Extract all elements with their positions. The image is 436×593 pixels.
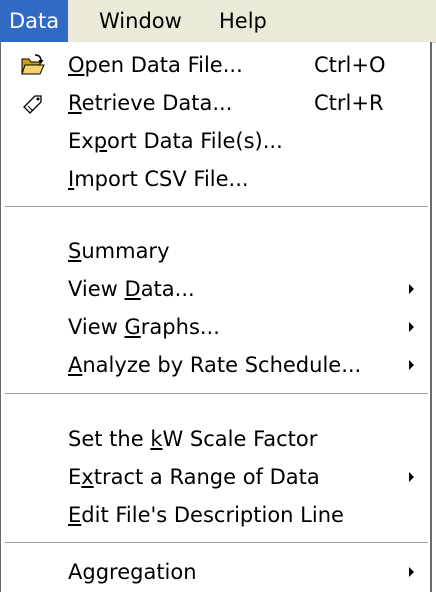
submenu-arrow-icon <box>409 360 414 370</box>
menu-item-shortcut: Ctrl+R <box>314 91 384 115</box>
submenu-arrow-icon <box>409 322 414 332</box>
menu-item-extract-range-of-data[interactable]: Extract a Range of Data <box>1 458 430 496</box>
submenu-arrow-icon <box>409 567 414 577</box>
menu-item-analyze-by-rate-schedule[interactable]: Analyze by Rate Schedule... <box>1 346 430 384</box>
menu-item-label: View Graphs... <box>68 315 220 339</box>
menu-item-label: Aggregation <box>68 560 197 584</box>
submenu-arrow-icon <box>409 472 414 482</box>
menu-item-label: Summary <box>68 239 170 263</box>
data-menu-dropdown: Open Data File... Ctrl+O Retrieve Data..… <box>0 42 432 592</box>
menu-item-export-data-files[interactable]: Export Data File(s)... <box>1 122 430 160</box>
menu-item-label: Extract a Range of Data <box>68 465 320 489</box>
menu-item-view-graphs[interactable]: View Graphs... <box>1 308 430 346</box>
menu-bar: Data Window Help <box>0 0 436 43</box>
menu-data[interactable]: Data <box>0 0 69 42</box>
mnemonic-underline: p <box>93 129 108 153</box>
mnemonic-underline: R <box>68 91 82 115</box>
menu-help[interactable]: Help <box>210 0 276 42</box>
menu-item-label: View Data... <box>68 277 195 301</box>
mnemonic-underline: k <box>150 427 163 451</box>
menu-item-aggregation[interactable]: Aggregation <box>1 553 430 591</box>
application-window: Data Window Help Open Data File... Ctrl+… <box>0 0 436 593</box>
mnemonic-underline: x <box>81 465 94 489</box>
mnemonic-underline: A <box>68 353 83 377</box>
menu-item-label: Export Data File(s)... <box>68 129 283 153</box>
menu-separator <box>5 206 428 208</box>
menu-item-label: Set the kW Scale Factor <box>68 427 318 451</box>
mnemonic-underline: E <box>68 503 82 527</box>
menu-item-label: Edit File's Description Line <box>68 503 344 527</box>
menu-item-retrieve-data[interactable]: Retrieve Data... Ctrl+R <box>1 84 430 122</box>
menu-item-edit-description-line[interactable]: Edit File's Description Line <box>1 496 430 534</box>
menu-window[interactable]: Window <box>90 0 191 42</box>
mnemonic-underline: G <box>124 315 141 339</box>
mnemonic-underline: S <box>68 239 82 263</box>
menu-item-label: Open Data File... <box>68 53 243 77</box>
open-folder-icon <box>21 54 45 75</box>
menu-item-shortcut: Ctrl+O <box>314 53 386 77</box>
menu-item-summary[interactable]: Summary <box>1 232 430 270</box>
mnemonic-underline: O <box>68 53 85 77</box>
retrieve-tag-icon <box>23 95 42 114</box>
menu-separator <box>5 393 428 395</box>
menu-item-label: Retrieve Data... <box>68 91 233 115</box>
menu-item-import-csv-file[interactable]: Import CSV File... <box>1 160 430 198</box>
menu-item-label: Import CSV File... <box>68 167 249 191</box>
submenu-arrow-icon <box>409 284 414 294</box>
mnemonic-underline: D <box>124 277 141 301</box>
menu-item-set-kw-scale-factor[interactable]: Set the kW Scale Factor <box>1 420 430 458</box>
menu-item-label: Analyze by Rate Schedule... <box>68 353 362 377</box>
menu-item-view-data[interactable]: View Data... <box>1 270 430 308</box>
menu-separator <box>5 542 428 544</box>
mnemonic-underline: I <box>68 167 75 191</box>
menu-item-open-data-file[interactable]: Open Data File... Ctrl+O <box>1 46 430 84</box>
